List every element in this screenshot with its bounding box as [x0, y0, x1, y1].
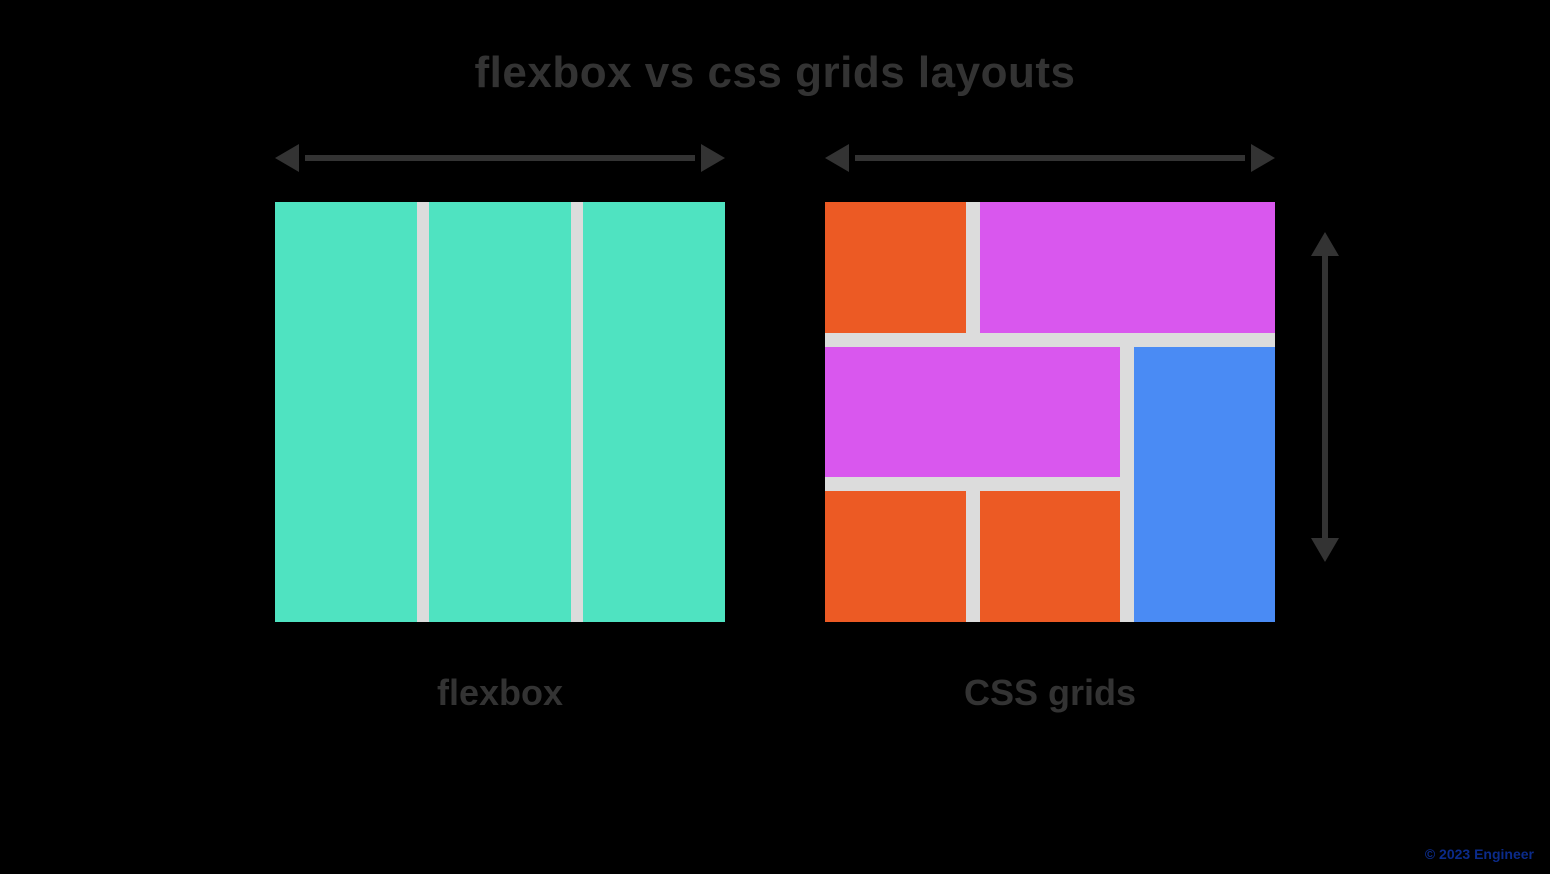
arrow-up-icon: [1311, 232, 1339, 256]
arrow-line: [1322, 256, 1328, 538]
flexbox-item: [275, 202, 417, 622]
flexbox-inner: [275, 202, 725, 622]
arrow-line: [305, 155, 695, 161]
grid-vertical-arrow: [1305, 232, 1345, 562]
grid-cell-orange: [980, 491, 1121, 622]
arrow-left-icon: [275, 144, 299, 172]
grid-cell-orange: [825, 202, 966, 333]
grid-cell-blue: [1134, 347, 1275, 622]
flexbox-item: [429, 202, 571, 622]
arrow-left-icon: [825, 144, 849, 172]
flexbox-diagram: [275, 202, 725, 622]
arrow-down-icon: [1311, 538, 1339, 562]
grid-horizontal-arrow: [825, 138, 1275, 178]
arrow-right-icon: [701, 144, 725, 172]
flexbox-horizontal-arrow: [275, 138, 725, 178]
grid-diagram: [825, 202, 1275, 622]
grid-inner: [825, 202, 1275, 622]
arrow-right-icon: [1251, 144, 1275, 172]
diagram-columns: flexbox: [0, 138, 1550, 714]
grid-cell-orange: [825, 491, 966, 622]
grid-column: CSS grids: [825, 138, 1275, 714]
flexbox-caption: flexbox: [437, 672, 563, 714]
grid-cell-magenta: [980, 202, 1275, 333]
arrow-line: [855, 155, 1245, 161]
flexbox-column: flexbox: [275, 138, 725, 714]
grid-diagram-wrapper: [825, 202, 1275, 622]
grid-caption: CSS grids: [964, 672, 1136, 714]
grid-cell-magenta: [825, 347, 1120, 478]
watermark-text: © 2023 Engineer: [1425, 846, 1534, 862]
diagram-title: flexbox vs css grids layouts: [0, 0, 1550, 98]
flexbox-item: [583, 202, 725, 622]
